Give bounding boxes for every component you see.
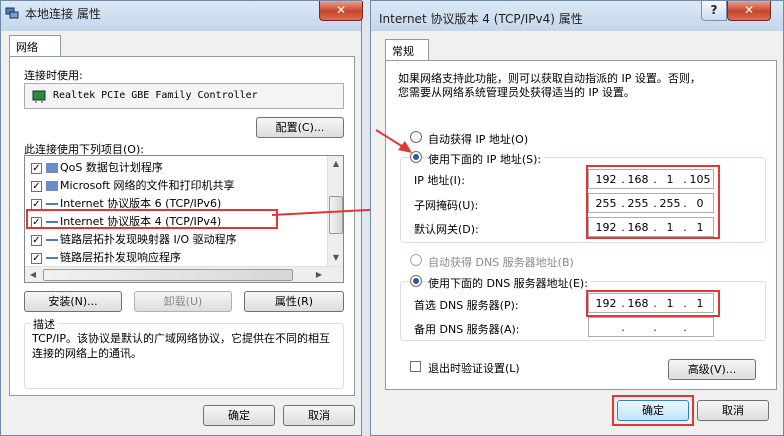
dns-octet-3: 1 bbox=[666, 297, 674, 310]
ip-address-input[interactable]: 192. 168. 1. 105 bbox=[588, 169, 714, 189]
list-item-label: 链路层拓扑发现响应程序 bbox=[60, 251, 181, 264]
protocol-icon bbox=[46, 203, 58, 205]
list-item-label: 链路层拓扑发现映射器 I/O 驱动程序 bbox=[60, 233, 237, 246]
uninstall-button: 卸载(U) bbox=[134, 291, 232, 312]
left-cancel-button[interactable]: 取消 bbox=[283, 405, 355, 426]
left-close-button[interactable]: ✕ bbox=[319, 1, 363, 21]
validate-on-exit-checkbox[interactable] bbox=[410, 361, 421, 372]
validate-on-exit-label[interactable]: 退出时验证设置(L) bbox=[428, 360, 520, 376]
network-connection-icon bbox=[5, 7, 19, 19]
qos-icon bbox=[46, 163, 58, 173]
gateway-octet-1: 192 bbox=[595, 221, 617, 234]
list-item-qos[interactable]: ✓ QoS 数据包计划程序 bbox=[31, 159, 163, 176]
ip-dot: . bbox=[621, 321, 625, 334]
use-dns-label[interactable]: 使用下面的 DNS 服务器地址(E): bbox=[428, 275, 591, 291]
ip-octet-1: 192 bbox=[595, 173, 617, 186]
right-window-title: Internet 协议版本 4 (TCP/IPv4) 属性 bbox=[379, 12, 583, 26]
description-title: 描述 bbox=[30, 316, 58, 332]
list-item-file-sharing[interactable]: ✓ Microsoft 网络的文件和打印机共享 bbox=[31, 177, 235, 194]
auto-ip-label[interactable]: 自动获得 IP 地址(O) bbox=[428, 131, 528, 147]
install-button[interactable]: 安装(N)... bbox=[24, 291, 122, 312]
subnet-octet-4: 0 bbox=[696, 197, 704, 210]
tab-general[interactable]: 常规 bbox=[385, 39, 429, 61]
use-ip-label[interactable]: 使用下面的 IP 地址(S): bbox=[428, 151, 545, 167]
preferred-dns-label: 首选 DNS 服务器(P): bbox=[414, 299, 519, 312]
dns-octet-4: 1 bbox=[696, 297, 704, 310]
auto-dns-label: 自动获得 DNS 服务器地址(B) bbox=[428, 256, 574, 269]
configure-button[interactable]: 配置(C)... bbox=[256, 117, 344, 138]
checkbox-qos[interactable]: ✓ bbox=[31, 162, 42, 174]
left-window-title: 本地连接 属性 bbox=[25, 7, 101, 21]
properties-button[interactable]: 属性(R) bbox=[244, 291, 344, 312]
subnet-mask-input[interactable]: 255. 255. 255. 0 bbox=[588, 193, 714, 213]
right-close-button[interactable]: ✕ bbox=[727, 1, 771, 21]
gateway-input[interactable]: 192. 168. 1. 1 bbox=[588, 217, 714, 237]
gateway-octet-3: 1 bbox=[666, 221, 674, 234]
left-titlebar[interactable]: 本地连接 属性 ✕ bbox=[1, 1, 363, 31]
help-button[interactable]: ? bbox=[701, 1, 727, 21]
checkbox-file-sharing[interactable]: ✓ bbox=[31, 180, 42, 192]
scroll-right-icon[interactable]: ▶ bbox=[311, 267, 327, 282]
scroll-up-icon[interactable]: ▲ bbox=[328, 156, 343, 172]
auto-dns-radio bbox=[410, 254, 422, 266]
ip-octet-3: 1 bbox=[666, 173, 674, 186]
list-item-label: QoS 数据包计划程序 bbox=[60, 161, 163, 174]
alternate-dns-label: 备用 DNS 服务器(A): bbox=[414, 323, 520, 336]
ip-address-label: IP 地址(I): bbox=[414, 174, 465, 187]
ip-dot: . bbox=[653, 321, 657, 334]
subnet-octet-1: 255 bbox=[595, 197, 617, 210]
protocol-icon bbox=[46, 221, 58, 223]
checkbox-ipv4[interactable]: ✓ bbox=[31, 216, 42, 228]
alternate-dns-input[interactable]: . . . bbox=[588, 317, 714, 337]
list-item-label: Internet 协议版本 6 (TCP/IPv6) bbox=[60, 197, 222, 210]
left-ok-button[interactable]: 确定 bbox=[203, 405, 275, 426]
right-titlebar[interactable]: Internet 协议版本 4 (TCP/IPv4) 属性 ? ✕ bbox=[371, 1, 783, 31]
gateway-octet-2: 168 bbox=[627, 221, 649, 234]
adapter-name: Realtek PCIe GBE Family Controller bbox=[53, 90, 258, 101]
checkbox-ipv6[interactable]: ✓ bbox=[31, 198, 42, 210]
subnet-octet-2: 255 bbox=[627, 197, 649, 210]
adapter-field: Realtek PCIe GBE Family Controller bbox=[24, 83, 344, 109]
subnet-mask-label: 子网掩码(U): bbox=[414, 199, 479, 212]
network-adapter-icon bbox=[31, 88, 47, 104]
general-tab-panel: 如果网络支持此功能，则可以获取自动指派的 IP 设置。否则， 您需要从网络系统管… bbox=[385, 60, 777, 390]
file-sharing-icon bbox=[46, 181, 58, 191]
right-cancel-button[interactable]: 取消 bbox=[697, 400, 769, 421]
tcpipv4-properties-window: Internet 协议版本 4 (TCP/IPv4) 属性 ? ✕ 常规 如果网… bbox=[370, 0, 784, 436]
scroll-h-thumb[interactable] bbox=[43, 269, 293, 281]
radio-pointer-arrow bbox=[375, 129, 412, 153]
gateway-octet-4: 1 bbox=[696, 221, 704, 234]
scroll-left-icon[interactable]: ◀ bbox=[25, 267, 41, 282]
checkbox-lltd-responder[interactable]: ✓ bbox=[31, 252, 42, 264]
scroll-down-icon[interactable]: ▼ bbox=[328, 250, 343, 266]
advanced-button[interactable]: 高级(V)... bbox=[668, 359, 756, 380]
network-tab-panel: 连接时使用: Realtek PCIe GBE Family Controlle… bbox=[9, 56, 355, 396]
gateway-label: 默认网关(D): bbox=[414, 223, 479, 236]
list-item-ipv6[interactable]: ✓ Internet 协议版本 6 (TCP/IPv6) bbox=[31, 195, 221, 212]
checkbox-lltd-mapper[interactable]: ✓ bbox=[31, 234, 42, 246]
list-item-lltd-responder[interactable]: ✓ 链路层拓扑发现响应程序 bbox=[31, 249, 181, 266]
connect-using-label: 连接时使用: bbox=[24, 69, 83, 82]
protocol-icon bbox=[46, 239, 58, 241]
protocol-icon bbox=[46, 257, 58, 259]
list-item-lltd-mapper[interactable]: ✓ 链路层拓扑发现映射器 I/O 驱动程序 bbox=[31, 231, 237, 248]
description-text: TCP/IP。该协议是默认的广域网络协议，它提供在不同的相互连接的网络上的通讯。 bbox=[32, 332, 330, 360]
list-item-ipv4[interactable]: ✓ Internet 协议版本 4 (TCP/IPv4) bbox=[31, 213, 221, 230]
dns-octet-1: 192 bbox=[595, 297, 617, 310]
ip-octet-4: 105 bbox=[689, 173, 711, 186]
right-ok-button[interactable]: 确定 bbox=[617, 400, 689, 421]
dns-octet-2: 168 bbox=[627, 297, 649, 310]
use-dns-radio[interactable] bbox=[410, 275, 422, 287]
list-horizontal-scrollbar[interactable]: ◀ ▶ bbox=[25, 266, 343, 282]
ip-dot: . bbox=[683, 321, 687, 334]
list-item-label: Internet 协议版本 4 (TCP/IPv4) bbox=[60, 215, 222, 228]
list-item-label: Microsoft 网络的文件和打印机共享 bbox=[60, 179, 235, 192]
subnet-octet-3: 255 bbox=[659, 197, 681, 210]
ip-octet-2: 168 bbox=[627, 173, 649, 186]
preferred-dns-input[interactable]: 192. 168. 1. 1 bbox=[588, 293, 714, 313]
tab-network[interactable]: 网络 bbox=[9, 35, 61, 57]
intro-line-2: 您需要从网络系统管理员处获得适当的 IP 设置。 bbox=[398, 86, 635, 99]
